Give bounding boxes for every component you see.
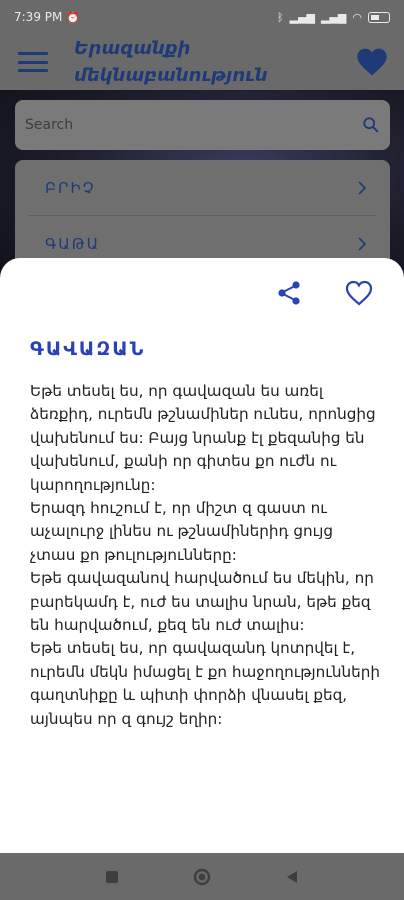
circle-icon[interactable] [193,868,211,886]
bluetooth-icon: ᛒ [277,10,284,24]
list-item-label: ԲՐԻՉ [45,178,96,197]
triangle-back-icon[interactable] [283,868,301,886]
status-icons: ᛒ ▂▄▆ ▂▄▆ ◠ [277,11,390,24]
chevron-right-icon [358,236,367,251]
signal-icon: ▂▄▆ [289,10,315,24]
wifi-icon: ◠ [352,10,362,24]
share-icon[interactable] [274,278,304,308]
heart-outline-icon[interactable] [344,278,374,308]
search-icon[interactable] [362,116,380,134]
sheet-actions [274,278,374,308]
signal-icon-2: ▂▄▆ [321,10,347,24]
square-icon[interactable] [103,868,121,886]
status-bar: 7:39 PM ⏰ ᛒ ▂▄▆ ▂▄▆ ◠ [0,0,404,34]
chevron-right-icon [358,180,367,195]
status-time: 7:39 PM [14,10,63,24]
alarm-icon: ⏰ [66,10,81,24]
dream-title: ԳԱՎԱԶԱՆ [30,338,146,360]
search-bar[interactable] [15,100,390,150]
dream-detail-sheet: ԳԱՎԱԶԱՆ Եթե տեսել ես, որ գավազան ես առել… [0,258,404,853]
hamburger-menu-icon[interactable] [18,52,48,72]
app-bar: Երազանքի մեկնաբանություն [0,34,404,90]
list-item-label: ԳԱԹԱ [45,234,101,253]
search-input[interactable] [25,117,362,133]
battery-icon [368,11,390,23]
heart-filled-icon[interactable] [356,47,388,77]
list-item[interactable]: ԲՐԻՉ [15,160,390,215]
dream-description: Եթե տեսել ես, որ գավազան ես առել ձեռքիդ,… [30,382,380,728]
system-nav-bar [0,853,404,900]
app-title: Երազանքի մեկնաբանություն [74,38,268,86]
